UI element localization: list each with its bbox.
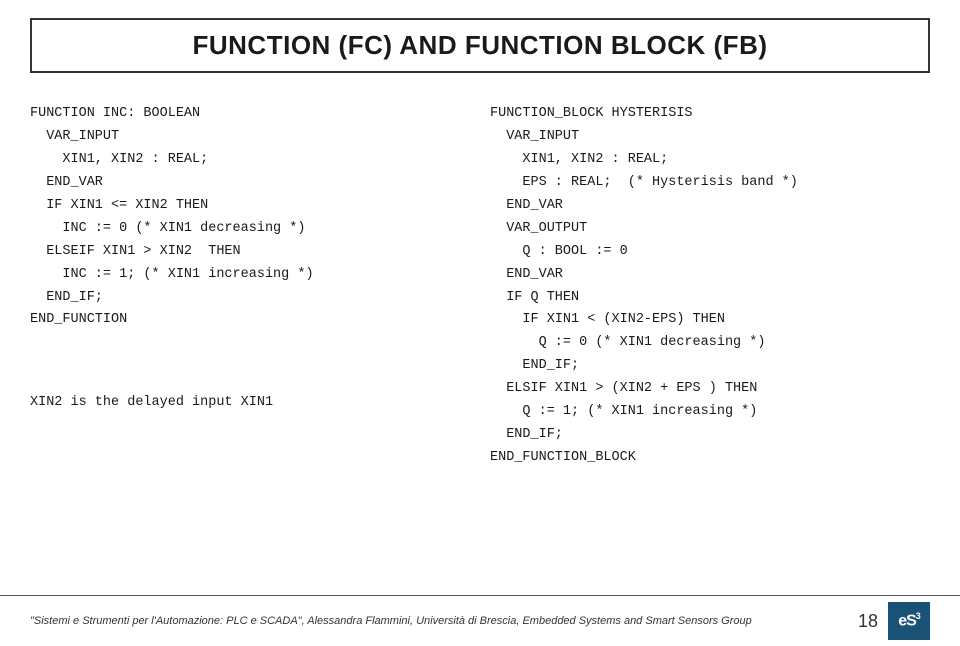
logo-text: eS3 xyxy=(898,611,920,630)
left-note: XIN2 is the delayed input XIN1 xyxy=(30,392,470,415)
footer: "Sistemi e Strumenti per l'Automazione: … xyxy=(0,595,960,646)
footer-text: "Sistemi e Strumenti per l'Automazione: … xyxy=(30,615,752,627)
page-title: FUNCTION (FC) AND FUNCTION BLOCK (FB) xyxy=(193,30,768,60)
left-code-block: FUNCTION INC: BOOLEAN VAR_INPUT XIN1, XI… xyxy=(30,103,470,332)
content-area: FUNCTION INC: BOOLEAN VAR_INPUT XIN1, XI… xyxy=(30,83,930,595)
left-column: FUNCTION INC: BOOLEAN VAR_INPUT XIN1, XI… xyxy=(30,83,480,595)
right-column: FUNCTION_BLOCK HYSTERISIS VAR_INPUT XIN1… xyxy=(480,83,930,595)
logo-badge: eS3 xyxy=(888,602,930,640)
title-box: FUNCTION (FC) AND FUNCTION BLOCK (FB) xyxy=(30,18,930,73)
footer-right: 18 eS3 xyxy=(858,602,930,640)
page-container: FUNCTION (FC) AND FUNCTION BLOCK (FB) FU… xyxy=(0,0,960,646)
right-code-block: FUNCTION_BLOCK HYSTERISIS VAR_INPUT XIN1… xyxy=(490,103,930,470)
page-number: 18 xyxy=(858,611,878,632)
logo-superscript: 3 xyxy=(916,611,920,621)
